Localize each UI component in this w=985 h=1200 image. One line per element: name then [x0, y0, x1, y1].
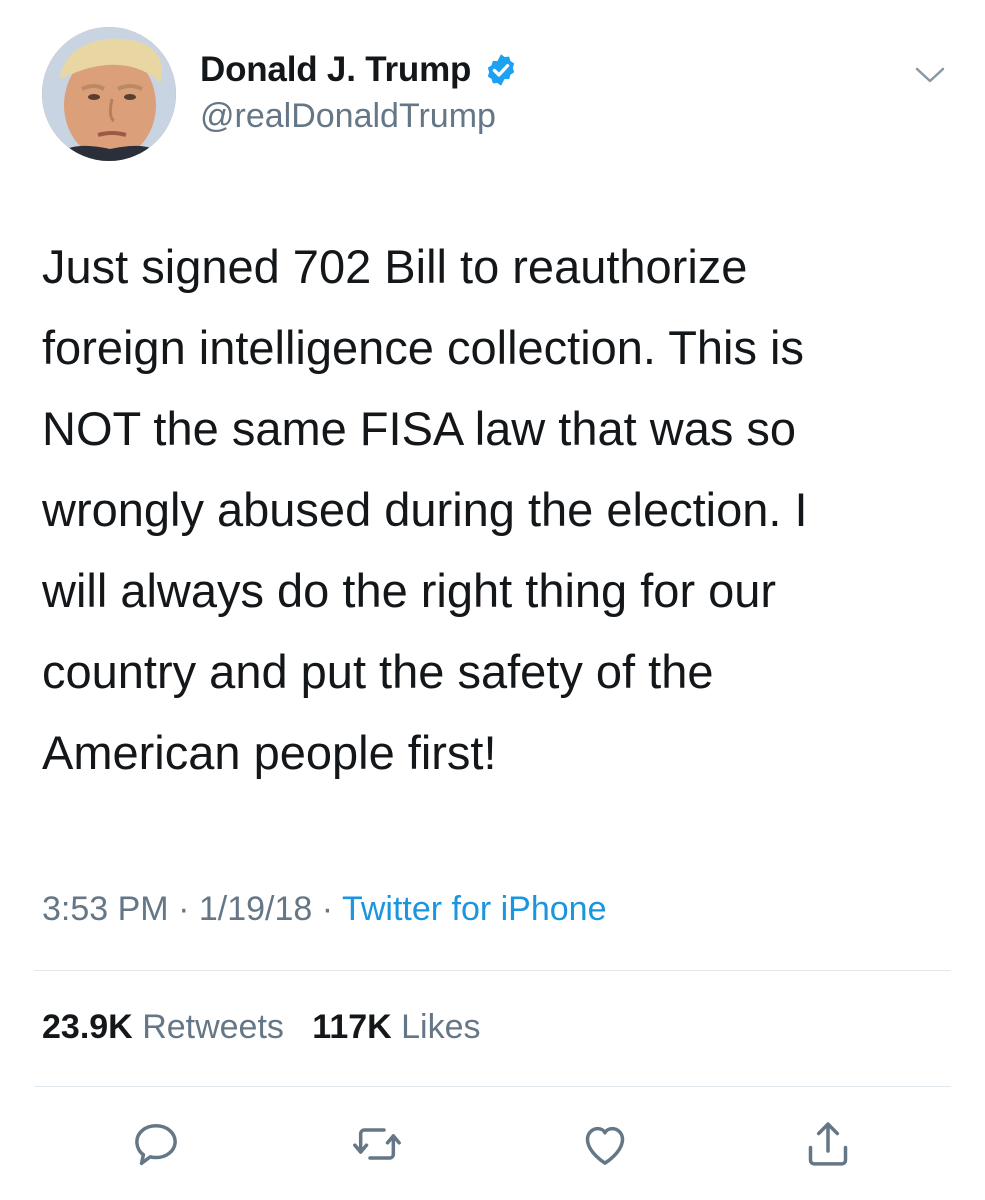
- tweet-time: 3:53 PM: [42, 890, 169, 928]
- reply-icon[interactable]: [128, 1116, 184, 1172]
- author-name-row[interactable]: Donald J. Trump: [200, 48, 519, 92]
- retweets-label: Retweets: [142, 1008, 284, 1046]
- share-icon[interactable]: [800, 1116, 856, 1172]
- author-handle[interactable]: @realDonaldTrump: [200, 97, 496, 136]
- meta-separator: ·: [321, 890, 334, 928]
- tweet-metadata: 3:53 PM · 1/19/18 · Twitter for iPhone: [42, 890, 607, 929]
- likes-count: 117K: [312, 1008, 392, 1046]
- tweet-date: 1/19/18: [198, 890, 313, 928]
- retweets-stat[interactable]: 23.9K Retweets: [42, 1008, 293, 1046]
- tweet-source-link[interactable]: Twitter for iPhone: [342, 890, 607, 928]
- retweets-count: 23.9K: [42, 1008, 133, 1046]
- chevron-down-icon[interactable]: [913, 64, 947, 86]
- likes-stat[interactable]: 117K Likes: [312, 1008, 480, 1046]
- avatar[interactable]: [42, 27, 176, 161]
- divider: [34, 1086, 951, 1087]
- retweet-icon[interactable]: [349, 1116, 405, 1172]
- tweet-text: Just signed 702 Bill to reauthorize fore…: [42, 240, 808, 779]
- like-icon[interactable]: [577, 1116, 633, 1172]
- divider: [34, 970, 951, 971]
- meta-separator: ·: [178, 890, 190, 928]
- engagement-stats: 23.9K Retweets 117K Likes: [42, 1008, 481, 1047]
- verified-badge-icon: [483, 52, 519, 88]
- likes-label: Likes: [401, 1008, 481, 1046]
- display-name[interactable]: Donald J. Trump: [200, 50, 471, 90]
